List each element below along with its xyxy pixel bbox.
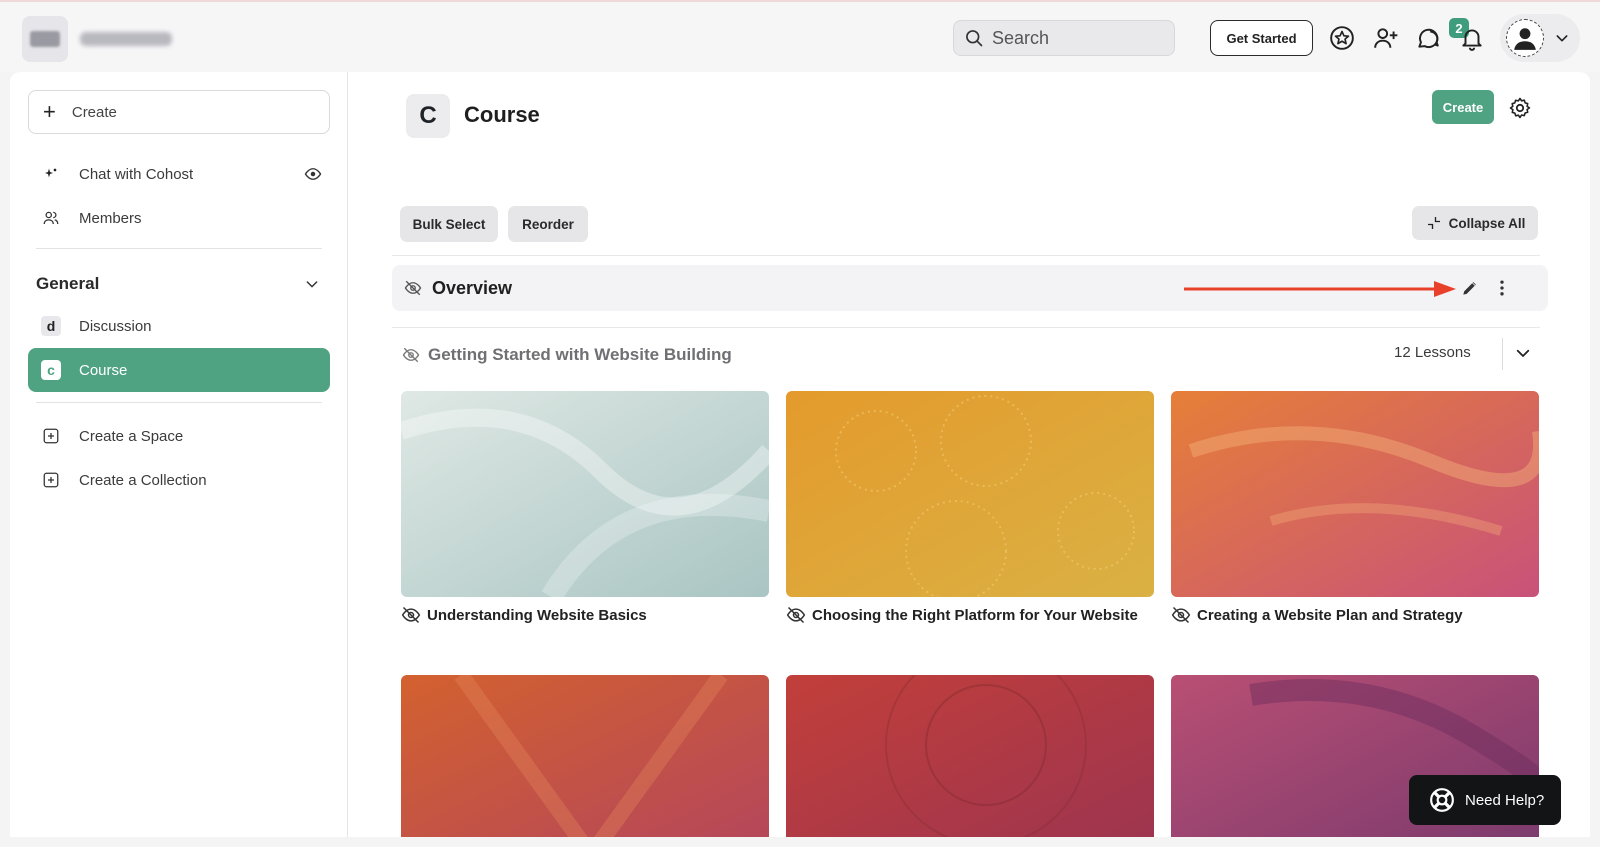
more-vertical-icon[interactable] — [1492, 278, 1512, 298]
chevron-down-icon — [1556, 35, 1568, 42]
community-logo[interactable] — [22, 16, 68, 62]
eye-icon[interactable] — [304, 165, 322, 183]
plus-square-icon — [41, 470, 61, 490]
plus-square-icon — [41, 426, 61, 446]
bulk-select-button[interactable]: Bulk Select — [400, 206, 498, 242]
chat-bubbles-icon[interactable] — [1414, 24, 1442, 52]
sidebar-divider — [36, 402, 322, 403]
sparkle-icon — [41, 164, 61, 184]
space-letter-icon: d — [41, 316, 61, 336]
star-badge-icon[interactable] — [1328, 24, 1356, 52]
page-title: Course — [464, 102, 540, 127]
sidebar-item-create-space[interactable]: Create a Space — [28, 414, 330, 458]
collapse-all-label: Collapse All — [1448, 215, 1526, 231]
sidebar-create-label: Create — [71, 103, 117, 121]
pencil-icon[interactable] — [1460, 278, 1480, 298]
chevron-down-icon[interactable] — [1514, 344, 1532, 362]
lesson-title: Choosing the Right Platform for Your Web… — [812, 606, 1138, 624]
sidebar-item-course[interactable]: c Course — [28, 348, 330, 392]
search-icon — [966, 30, 983, 47]
overview-title: Overview — [432, 277, 513, 298]
search-box[interactable] — [953, 20, 1175, 56]
sidebar-group-title: General — [36, 274, 100, 293]
space-letter-icon: c — [41, 360, 61, 380]
sidebar-item-chat-with-cohost[interactable]: Chat with Cohost — [28, 152, 330, 196]
lesson-card-thumbnail[interactable] — [401, 391, 769, 597]
user-avatar-icon — [1506, 19, 1544, 57]
lesson-card-thumbnail[interactable] — [786, 391, 1154, 597]
sidebar-item-label: Discussion — [79, 317, 152, 335]
community-name-blurred — [80, 32, 172, 46]
divider — [392, 255, 1540, 256]
hidden-eye-icon — [404, 280, 422, 296]
section-title: Getting Started with Website Building — [428, 345, 732, 364]
sidebar-item-label: Create a Space — [79, 427, 184, 445]
sidebar-item-label: Course — [79, 361, 128, 379]
collapse-all-button[interactable]: Collapse All — [1412, 206, 1538, 240]
sidebar-item-create-collection[interactable]: Create a Collection — [28, 458, 330, 502]
sidebar-create-button[interactable]: + Create — [28, 90, 330, 134]
sidebar-item-label: Members — [79, 209, 142, 227]
hidden-eye-icon — [401, 606, 421, 624]
members-icon — [41, 208, 61, 228]
sidebar: + Create Chat with Cohost Members Genera… — [10, 72, 348, 837]
divider — [1502, 338, 1503, 370]
sidebar-item-label: Chat with Cohost — [79, 165, 194, 183]
sidebar-divider — [36, 248, 322, 249]
top-bar: Get Started 2 — [0, 0, 1600, 72]
lesson-title: Creating a Website Plan and Strategy — [1197, 606, 1463, 624]
need-help-label: Need Help? — [1465, 791, 1545, 809]
user-menu-button[interactable] — [1500, 14, 1580, 62]
sidebar-item-discussion[interactable]: d Discussion — [28, 304, 330, 348]
sidebar-item-members[interactable]: Members — [28, 196, 330, 240]
lesson-title: Understanding Website Basics — [427, 606, 647, 624]
add-user-icon[interactable] — [1372, 24, 1400, 52]
hidden-eye-icon — [402, 347, 420, 363]
lesson-card-thumbnail[interactable] — [401, 675, 769, 837]
lesson-card-title[interactable]: Choosing the Right Platform for Your Web… — [786, 605, 1138, 625]
hidden-eye-icon — [1171, 606, 1191, 624]
hidden-eye-icon — [786, 606, 806, 624]
lesson-card-thumbnail[interactable] — [786, 675, 1154, 837]
main-content: C Course Create Bulk Select Reorder Coll… — [348, 72, 1590, 837]
page-letter-icon: C — [406, 94, 450, 138]
lesson-card-title[interactable]: Understanding Website Basics — [401, 605, 647, 625]
reorder-button[interactable]: Reorder — [508, 206, 588, 242]
create-lesson-button[interactable]: Create — [1432, 90, 1494, 124]
need-help-button[interactable]: Need Help? — [1409, 775, 1561, 825]
annotation-arrow — [1184, 281, 1456, 297]
lessons-count: 12 Lessons — [1394, 344, 1471, 361]
lesson-card-thumbnail[interactable] — [1171, 391, 1539, 597]
search-input[interactable] — [992, 27, 1162, 49]
collapse-icon — [1427, 217, 1440, 229]
divider — [392, 327, 1540, 328]
lifebuoy-icon — [1430, 788, 1454, 812]
sidebar-group-general[interactable]: General — [36, 272, 326, 296]
gear-icon[interactable] — [1508, 96, 1532, 120]
plus-icon: + — [43, 99, 56, 124]
get-started-button[interactable]: Get Started — [1210, 20, 1313, 56]
chevron-down-icon — [306, 281, 318, 288]
lesson-card-title[interactable]: Creating a Website Plan and Strategy — [1171, 605, 1463, 625]
logo-mark — [30, 31, 60, 47]
section-header[interactable]: Getting Started with Website Building — [402, 342, 1540, 368]
bell-icon[interactable] — [1458, 24, 1486, 52]
sidebar-item-label: Create a Collection — [79, 471, 207, 489]
